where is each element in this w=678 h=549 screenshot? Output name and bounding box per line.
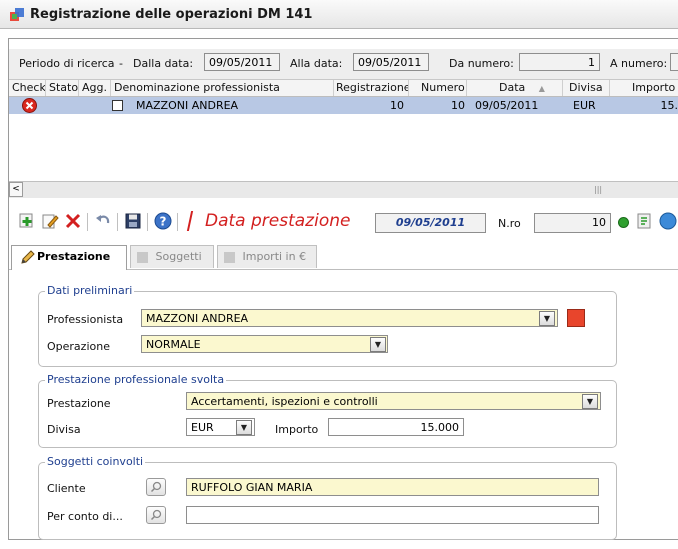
- col-numero[interactable]: Numero: [409, 80, 467, 96]
- col-denominazione[interactable]: Denominazione professionista: [111, 80, 334, 96]
- professionista-select[interactable]: MAZZONI ANDREA: [141, 309, 558, 327]
- toolbar-separator: [177, 213, 178, 231]
- col-importo[interactable]: Importo: [610, 80, 678, 96]
- operazione-value: NORMALE: [146, 338, 201, 351]
- chevron-down-icon[interactable]: ▼: [539, 311, 555, 326]
- data-prestazione-field[interactable]: 09/05/2011: [375, 213, 486, 233]
- tab-strip: Prestazione Soggetti Importi in €: [9, 245, 678, 270]
- importo-label: Importo: [275, 423, 319, 436]
- window-title: Registrazione delle operazioni DM 141: [30, 7, 313, 22]
- row-denominazione: MAZZONI ANDREA: [136, 99, 239, 112]
- da-numero-label: Da numero:: [449, 57, 514, 70]
- color-swatch[interactable]: [567, 309, 585, 327]
- professionista-value: MAZZONI ANDREA: [146, 312, 249, 325]
- col-agg[interactable]: Agg.: [79, 80, 111, 96]
- status-ok-icon: [618, 217, 629, 228]
- dalla-data-field[interactable]: 09/05/2011: [204, 53, 280, 71]
- toolbar-separator: [117, 213, 118, 231]
- app-icon: [10, 8, 24, 21]
- prestazione-group: [38, 380, 617, 448]
- search-icon: [150, 509, 162, 521]
- grid-header: Check Stato Agg. Denominazione professio…: [9, 80, 678, 97]
- row-data: 09/05/2011: [475, 99, 539, 112]
- cliente-label: Cliente: [47, 482, 86, 495]
- error-icon: [22, 98, 37, 113]
- soggetti-group: [38, 462, 617, 540]
- prestazione-select[interactable]: Accertamenti, ispezioni e controlli: [186, 392, 601, 410]
- dalla-data-label: Dalla data:: [133, 57, 194, 70]
- col-data-label: Data: [499, 81, 526, 94]
- row-registrazione: 10: [390, 99, 404, 112]
- tab-prestazione[interactable]: Prestazione: [11, 245, 127, 270]
- cliente-field[interactable]: RUFFOLO GIAN MARIA: [186, 478, 599, 496]
- edit-icon[interactable]: [41, 212, 59, 230]
- row-check-cell: [9, 97, 46, 114]
- col-divisa[interactable]: Divisa: [563, 80, 610, 96]
- tab-soggetti[interactable]: Soggetti: [130, 245, 214, 268]
- tab-importi-icon: [224, 251, 235, 263]
- table-row[interactable]: MAZZONI ANDREA 10 10 09/05/2011 EUR 15.: [9, 97, 678, 114]
- dati-preliminari-legend: Dati preliminari: [45, 284, 135, 297]
- grid-hscrollbar[interactable]: < |||: [9, 181, 678, 198]
- row-divisa: EUR: [573, 99, 596, 112]
- tab-soggetti-label: Soggetti: [155, 250, 202, 263]
- toolbar-separator: [87, 213, 88, 231]
- row-numero: 10: [451, 99, 465, 112]
- prestazione-legend: Prestazione professionale svolta: [45, 373, 227, 386]
- row-importo: 15.: [660, 99, 678, 112]
- cliente-lookup-button[interactable]: [146, 478, 166, 496]
- chevron-down-icon[interactable]: ▼: [582, 394, 598, 409]
- periodo-label: Periodo di ricerca: [19, 57, 115, 70]
- chevron-down-icon[interactable]: ▼: [236, 420, 252, 435]
- operazione-label: Operazione: [47, 340, 110, 353]
- prestazione-label: Prestazione: [47, 397, 111, 410]
- dati-preliminari-group: [38, 291, 617, 367]
- delete-icon[interactable]: [64, 212, 82, 230]
- per-conto-lookup-button[interactable]: [146, 506, 166, 524]
- nro-field[interactable]: 10: [534, 213, 611, 233]
- svg-text:?: ?: [160, 215, 167, 229]
- agg-checkbox[interactable]: [112, 100, 123, 111]
- nro-label: N.ro: [498, 217, 521, 230]
- a-numero-label: A numero:: [610, 57, 668, 70]
- scroll-grip-icon[interactable]: |||: [594, 185, 602, 194]
- col-stato[interactable]: Stato: [46, 80, 79, 96]
- sort-asc-icon: ▲: [538, 84, 545, 93]
- save-icon[interactable]: [124, 212, 142, 230]
- tab-importi-label: Importi in €: [242, 250, 307, 263]
- professionista-label: Professionista: [47, 313, 124, 326]
- col-check[interactable]: Check: [9, 80, 46, 96]
- grid-body: [9, 114, 678, 180]
- col-data[interactable]: Data ▲: [467, 80, 563, 96]
- undo-icon[interactable]: [94, 212, 112, 230]
- search-icon: [150, 481, 162, 493]
- alla-data-label: Alla data:: [290, 57, 343, 70]
- tab-soggetti-icon: [137, 251, 148, 263]
- divisa-value: EUR: [191, 421, 214, 434]
- prestazione-value: Accertamenti, ispezioni e controlli: [191, 395, 378, 408]
- alla-data-field[interactable]: 09/05/2011: [353, 53, 429, 71]
- per-conto-field[interactable]: [186, 506, 599, 524]
- soggetti-legend: Soggetti coinvolti: [45, 455, 146, 468]
- importo-field[interactable]: 15.000: [328, 418, 464, 436]
- da-numero-field[interactable]: 1: [519, 53, 600, 71]
- scroll-left-button[interactable]: <: [9, 182, 23, 197]
- pencil-icon: [21, 250, 35, 264]
- add-icon[interactable]: [18, 212, 36, 230]
- col-registrazione[interactable]: Registrazione: [334, 80, 409, 96]
- help-icon[interactable]: ?: [154, 212, 172, 230]
- operazione-select[interactable]: NORMALE: [141, 335, 388, 353]
- periodo-dash: -: [119, 57, 123, 70]
- toolbar-separator: [147, 213, 148, 231]
- per-conto-label: Per conto di...: [47, 510, 123, 523]
- divisa-label: Divisa: [47, 423, 81, 436]
- info-icon[interactable]: [658, 212, 678, 230]
- a-numero-field[interactable]: [670, 53, 678, 71]
- document-icon[interactable]: [635, 212, 653, 230]
- tab-importi[interactable]: Importi in €: [217, 245, 317, 268]
- toolbar-title: Data prestazione: [205, 211, 351, 231]
- chevron-down-icon[interactable]: ▼: [370, 337, 386, 352]
